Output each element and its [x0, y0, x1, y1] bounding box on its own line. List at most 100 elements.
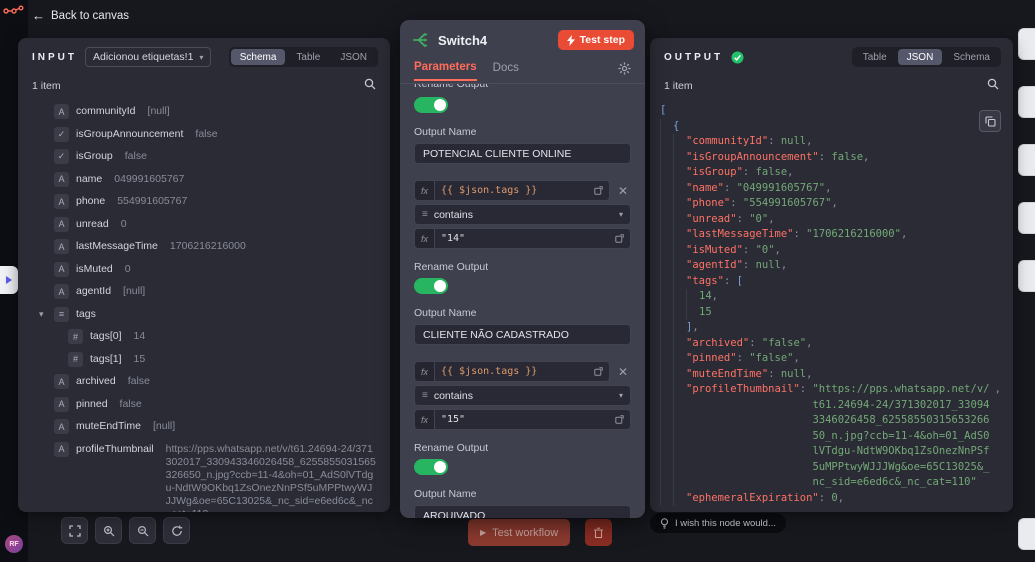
- user-avatar[interactable]: RF: [5, 535, 23, 553]
- delete-node-button[interactable]: [585, 519, 612, 546]
- test-workflow-button[interactable]: ▶ Test workflow: [468, 519, 571, 546]
- indent-guide: [660, 149, 673, 165]
- tab-docs[interactable]: Docs: [493, 62, 519, 80]
- json-line: "name": "049991605767",: [660, 180, 1001, 196]
- zoom-out-button[interactable]: [129, 517, 156, 544]
- fx-toggle[interactable]: fx: [414, 361, 434, 382]
- json-token-punc: :: [723, 181, 737, 194]
- condition-right-input[interactable]: "14": [434, 228, 631, 249]
- output-panel-header: OUTPUT Table JSON Schema: [650, 38, 1013, 73]
- schema-field-row[interactable]: Aphone 554991605767: [54, 194, 376, 209]
- output-name-input[interactable]: POTENCIAL CLIENTE ONLINE: [414, 143, 631, 164]
- schema-field-row[interactable]: AprofileThumbnail https://pps.whatsapp.ne…: [54, 441, 376, 513]
- node-feedback-button[interactable]: I wish this node would...: [650, 513, 786, 533]
- schema-field-row[interactable]: AcommunityId [null]: [54, 104, 376, 119]
- output-name-label: Output Name: [414, 307, 477, 319]
- expand-field-icon[interactable]: [594, 367, 603, 376]
- canvas-node-stub[interactable]: [1018, 260, 1035, 292]
- indent-guide: [660, 118, 673, 134]
- field-value: https://pps.whatsapp.net/v/t61.24694-24/…: [165, 442, 376, 513]
- rename-output-toggle[interactable]: [414, 459, 448, 475]
- json-line: "pinned": "false",: [660, 351, 1001, 367]
- copy-output-button[interactable]: [979, 110, 1001, 132]
- schema-field-row[interactable]: # tags[1] 15: [68, 351, 376, 367]
- rename-output-toggle[interactable]: [414, 278, 448, 294]
- schema-field-row[interactable]: ✓ isGroupAnnouncement false: [54, 126, 376, 142]
- fx-toggle[interactable]: fx: [414, 180, 434, 201]
- tab-json[interactable]: JSON: [331, 49, 376, 65]
- canvas-node-stub[interactable]: [1018, 28, 1035, 60]
- schema-field-row[interactable]: ▾ ≡ tags: [39, 306, 376, 322]
- zoom-in-button[interactable]: [95, 517, 122, 544]
- canvas-node-stub[interactable]: [1018, 144, 1035, 176]
- json-token-punc: :: [730, 197, 743, 209]
- string-type-icon: A: [54, 261, 69, 277]
- field-value: 049991605767: [114, 172, 185, 185]
- condition-left-input[interactable]: {{ $json.tags }}: [434, 180, 610, 201]
- schema-field-row[interactable]: # tags[0] 14: [68, 329, 376, 344]
- json-token-punc: ,: [692, 321, 699, 333]
- tab-table[interactable]: Table: [287, 49, 329, 65]
- input-search-button[interactable]: [364, 78, 376, 93]
- canvas-node-stub[interactable]: [1018, 86, 1035, 118]
- zoom-to-fit-button[interactable]: [61, 517, 88, 544]
- json-token-punc: :: [742, 166, 756, 178]
- expression-value: {{ $json.tags }}: [441, 185, 538, 196]
- condition-operator-select[interactable]: ≡ contains ▾: [414, 385, 631, 406]
- tab-json[interactable]: JSON: [897, 49, 943, 65]
- json-line: "archived": "false",: [660, 335, 1001, 351]
- json-line: {: [660, 118, 1001, 134]
- json-token-lit: null: [780, 135, 807, 147]
- fx-toggle[interactable]: fx: [414, 228, 434, 249]
- indent-guide: [660, 242, 673, 258]
- fx-toggle[interactable]: fx: [414, 409, 434, 430]
- output-search-button[interactable]: [987, 78, 999, 93]
- back-to-canvas-button[interactable]: ← Back to canvas: [32, 8, 129, 23]
- test-step-label: Test step: [579, 34, 625, 46]
- expand-field-icon[interactable]: [615, 415, 624, 424]
- output-name-input[interactable]: CLIENTE NÃO CADASTRADO: [414, 324, 631, 345]
- canvas-node-stub[interactable]: [1018, 518, 1035, 550]
- json-token-punc: :: [742, 259, 756, 271]
- condition-right-input[interactable]: "15": [434, 409, 631, 430]
- expand-field-icon[interactable]: [615, 234, 624, 243]
- tab-schema[interactable]: Schema: [944, 49, 999, 65]
- schema-field-row[interactable]: AagentId [null]: [54, 284, 376, 299]
- tab-table[interactable]: Table: [854, 49, 896, 65]
- condition-left-input[interactable]: {{ $json.tags }}: [434, 361, 610, 382]
- test-step-button[interactable]: Test step: [557, 30, 634, 50]
- schema-field-row[interactable]: AisMuted 0: [54, 261, 376, 277]
- schema-field-row[interactable]: Aarchived false: [54, 374, 376, 389]
- canvas-node-stub[interactable]: [1018, 202, 1035, 234]
- indent-guide: [673, 273, 686, 289]
- node-tabs: Parameters Docs: [400, 58, 645, 84]
- condition-operator-select[interactable]: ≡ contains ▾: [414, 204, 631, 225]
- node-settings-button[interactable]: [618, 61, 631, 80]
- tab-parameters[interactable]: Parameters: [414, 61, 477, 81]
- input-schema-list: AcommunityId [null] ✓ isGroupAnnouncement fa…: [18, 99, 390, 512]
- schema-field-row[interactable]: Apinned false: [54, 396, 376, 412]
- schema-field-row[interactable]: ✓ isGroup false: [54, 149, 376, 164]
- remove-condition-button[interactable]: ✕: [615, 184, 631, 198]
- schema-field-row[interactable]: Aname 049991605767: [54, 171, 376, 187]
- json-token-key: "isMuted": [686, 243, 743, 256]
- field-value: false: [127, 375, 150, 387]
- reset-zoom-button[interactable]: [163, 517, 190, 544]
- output-name-input[interactable]: ARQUIVADO: [414, 505, 631, 518]
- condition-left-row: fx {{ $json.tags }} ✕: [414, 180, 631, 201]
- chevron-down-icon[interactable]: ▾: [39, 309, 44, 320]
- json-token-punc: :: [818, 491, 832, 504]
- tab-schema[interactable]: Schema: [230, 49, 286, 65]
- schema-field-row[interactable]: AmuteEndTime [null]: [54, 419, 376, 434]
- schema-field-row[interactable]: AlastMessageTime 1706216216000: [54, 239, 376, 254]
- expand-panel-button[interactable]: [0, 266, 18, 294]
- schema-field-row[interactable]: Aunread 0: [54, 216, 376, 232]
- input-view-tabs: Schema Table JSON: [228, 47, 378, 67]
- json-token-lit: null: [755, 259, 781, 271]
- input-source-select[interactable]: Adicionou etiquetas!1 ▾: [85, 47, 212, 67]
- remove-condition-button[interactable]: ✕: [615, 365, 631, 379]
- json-token-punc: :: [742, 243, 756, 256]
- rename-output-toggle[interactable]: [414, 97, 448, 113]
- expand-field-icon[interactable]: [594, 186, 603, 195]
- n8n-logo-icon[interactable]: [3, 4, 25, 22]
